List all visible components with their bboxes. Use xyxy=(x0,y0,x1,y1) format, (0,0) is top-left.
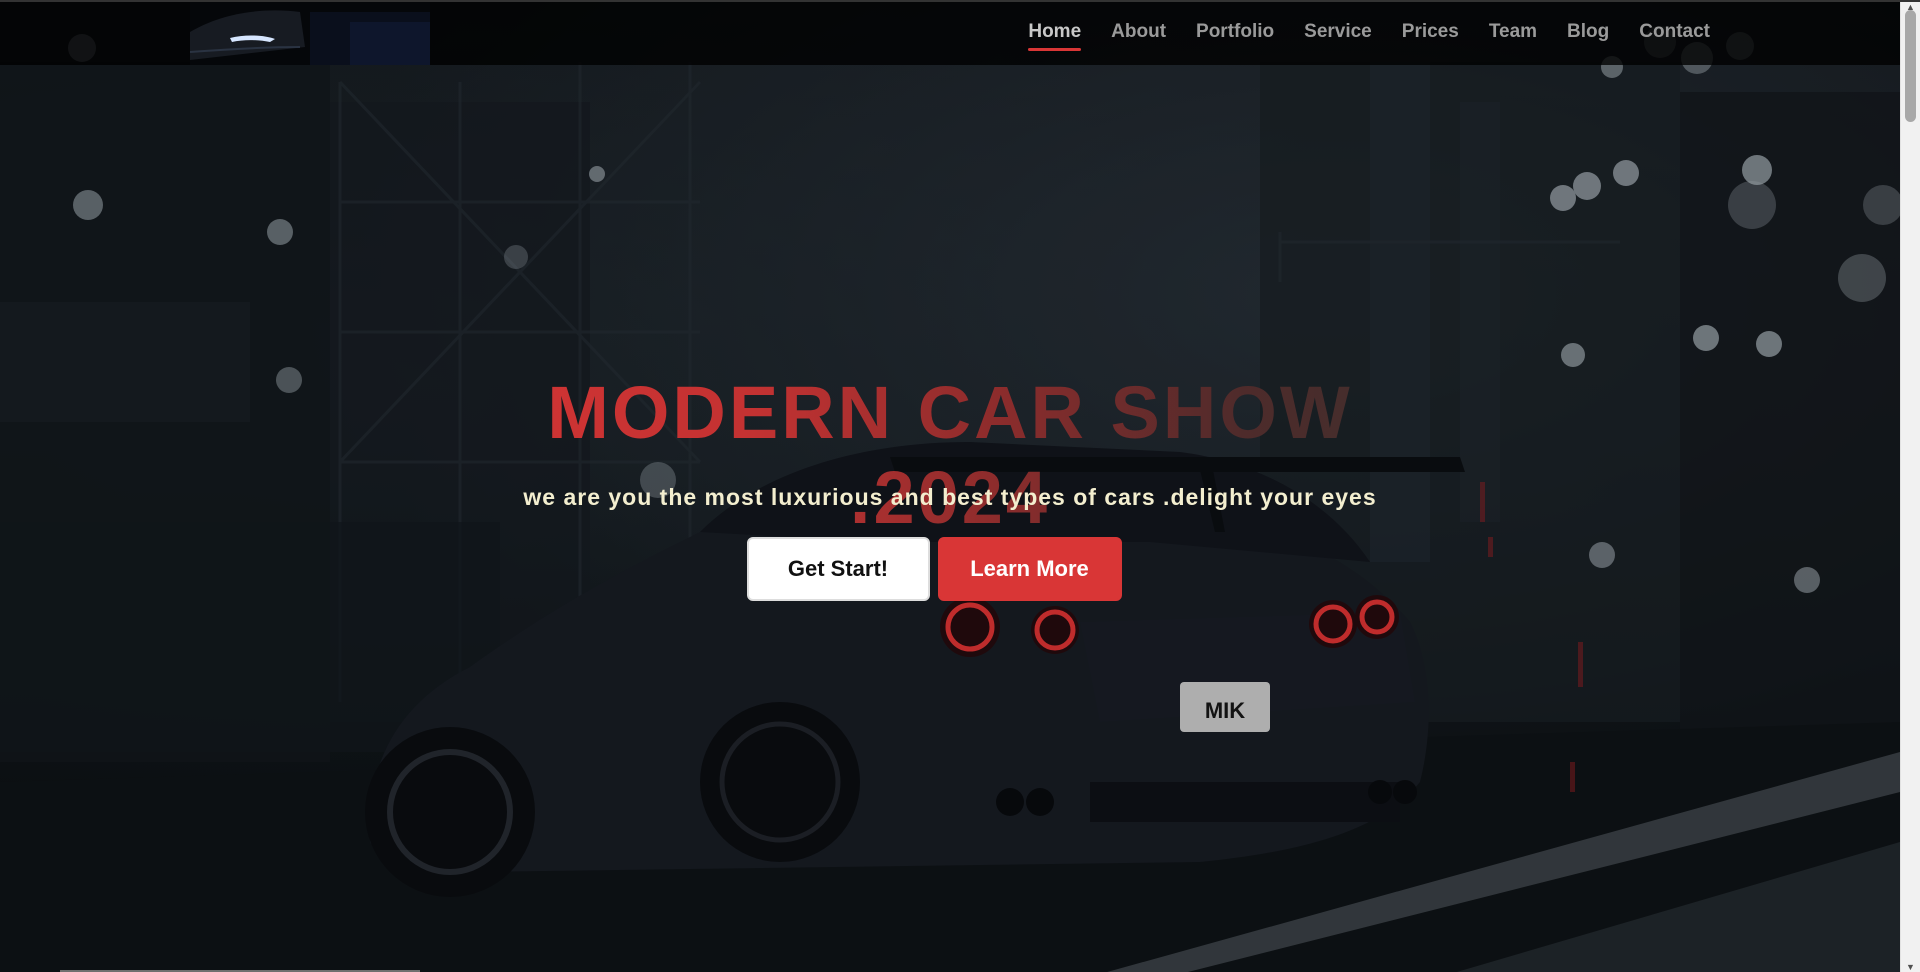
hero-title: MODERN CAR SHOW .2024 xyxy=(460,370,1440,540)
page: MIK Home About Portfolio Service Prices … xyxy=(0,0,1920,972)
hero-section: MODERN CAR SHOW .2024 we are you the mos… xyxy=(0,2,1900,972)
hero-buttons: Get Start! Learn More xyxy=(0,537,1900,601)
learn-more-button[interactable]: Learn More xyxy=(937,537,1122,601)
scrollbar-thumb[interactable] xyxy=(1905,10,1916,122)
hero-subtitle: we are you the most luxurious and best t… xyxy=(523,484,1377,510)
get-start-button[interactable]: Get Start! xyxy=(746,537,930,601)
vertical-scrollbar[interactable]: ▲ ▼ xyxy=(1900,2,1920,972)
chevron-down-icon[interactable]: ▼ xyxy=(1901,960,1920,972)
